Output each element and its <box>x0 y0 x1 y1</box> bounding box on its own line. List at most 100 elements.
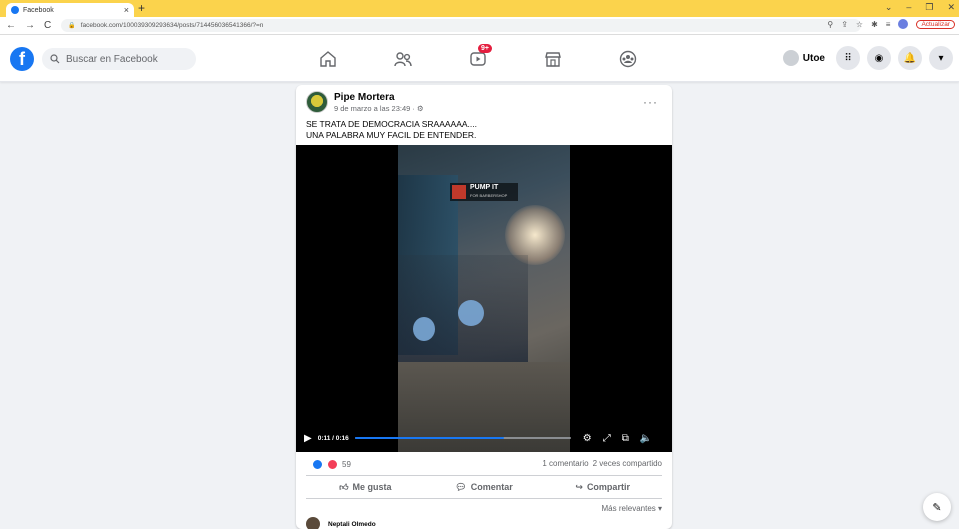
post-options-icon[interactable]: ··· <box>643 95 658 109</box>
browser-nav-buttons: ← → C <box>0 20 51 31</box>
url-text: facebook.com/100039309293634/posts/71445… <box>80 22 264 29</box>
video-progress-bar[interactable] <box>354 437 571 439</box>
volume-icon[interactable]: 🔈 <box>640 433 652 444</box>
share-arrow-icon: ↪ <box>575 481 583 492</box>
commenter-avatar[interactable] <box>306 517 320 529</box>
reload-icon[interactable]: C <box>44 20 51 31</box>
user-avatar <box>782 50 799 66</box>
search-icon <box>50 54 60 64</box>
new-tab-button[interactable]: + <box>138 1 145 15</box>
bookmark-star-icon[interactable]: ☆ <box>856 20 863 29</box>
fullscreen-icon[interactable]: ⤢ <box>603 433 611 444</box>
menu-button[interactable]: ⠿ <box>836 46 860 70</box>
comment-label: Comentar <box>470 482 513 492</box>
like-button[interactable]: 👍︎ Me gusta <box>306 476 425 498</box>
commenter-name[interactable]: Neptali Olmedo <box>328 521 376 528</box>
user-profile-chip[interactable]: Utoe <box>782 50 825 66</box>
share-label: Compartir <box>586 482 630 492</box>
url-field[interactable]: 🔒 facebook.com/100039309293634/posts/714… <box>61 19 862 32</box>
messenger-icon: ◉ <box>874 52 884 64</box>
update-button[interactable]: Actualizar <box>916 19 955 29</box>
browser-tab-facebook[interactable]: Facebook × <box>6 3 134 17</box>
window-controls: ⌄ – ❐ ✕ <box>885 2 955 13</box>
extensions-icon[interactable]: ✱ <box>871 20 878 29</box>
video-player[interactable]: PUMP IT FOR BARBERSHOP ▶ 0:11 / 0:16 ⚙ ⤢… <box>296 145 672 452</box>
facebook-logo-icon[interactable]: f <box>10 47 34 71</box>
account-button[interactable]: ▾ <box>929 46 953 70</box>
post-text-line: UNA PALABRA MUY FACIL DE ENTENDER. <box>306 130 477 140</box>
minimize-button[interactable]: – <box>906 2 911 13</box>
messenger-button[interactable]: ◉ <box>867 46 891 70</box>
profile-avatar[interactable] <box>898 19 909 29</box>
love-reaction-icon <box>327 459 338 470</box>
video-control-icons: ⚙ ⤢ ⧉ 🔈 <box>583 433 653 444</box>
nav-groups[interactable] <box>590 47 665 71</box>
share-page-icon[interactable]: ⇪ <box>841 20 848 29</box>
thumbs-up-icon: 👍︎ <box>339 481 349 492</box>
browser-toolbar-right: ⚲ ⇪ ☆ ✱ ≡ Actualizar <box>827 19 955 29</box>
tab-title: Facebook <box>23 6 54 14</box>
picture-in-picture-icon[interactable]: ⧉ <box>622 433 629 444</box>
reaction-summary[interactable]: 59 <box>306 459 351 470</box>
zoom-icon[interactable]: ⚲ <box>827 20 833 29</box>
caret-down-icon: ▾ <box>938 52 944 64</box>
search-box[interactable] <box>42 48 196 70</box>
main-nav: 9+ <box>290 44 665 71</box>
forward-arrow-icon[interactable]: → <box>25 20 35 31</box>
video-controls: ▶ 0:11 / 0:16 ⚙ ⤢ ⧉ 🔈 <box>296 424 672 452</box>
nav-home[interactable] <box>290 47 365 71</box>
home-icon <box>319 51 336 67</box>
reading-list-icon[interactable]: ≡ <box>886 20 891 29</box>
video-watermark: PUMP IT FOR BARBERSHOP <box>450 183 518 201</box>
grid-menu-icon: ⠿ <box>844 52 852 64</box>
comment-button[interactable]: 💬︎ Comentar <box>425 476 544 498</box>
nav-watch[interactable]: 9+ <box>440 44 515 71</box>
face-blur <box>458 300 484 326</box>
maximize-button[interactable]: ❐ <box>925 2 933 13</box>
like-label: Me gusta <box>352 482 392 492</box>
watermark-text: PUMP IT FOR BARBERSHOP <box>470 184 507 200</box>
watermark-title: PUMP IT <box>470 184 499 191</box>
header-right-controls: Utoe ⠿ ◉ 🔔 ▾ <box>782 46 953 70</box>
new-message-button[interactable]: ✎ <box>923 493 951 521</box>
post-stats: 1 comentario 2 veces compartido <box>542 459 662 468</box>
browser-tab-bar: Facebook × + ⌄ – ❐ ✕ <box>0 0 959 17</box>
comment-count[interactable]: 1 comentario <box>542 459 588 468</box>
feed-post: Pipe Mortera 9 de marzo a las 23:49 · ⚙ … <box>296 85 672 529</box>
post-timestamp[interactable]: 9 de marzo a las 23:49 · ⚙ <box>334 104 424 113</box>
comment-bubble-icon: 💬︎ <box>455 481 467 492</box>
user-name: Utoe <box>802 52 825 64</box>
comment-item: Neptali Olmedo <box>306 517 376 529</box>
watermark-logo-icon <box>452 185 466 199</box>
search-input[interactable] <box>66 53 186 65</box>
bell-icon: 🔔 <box>903 52 917 64</box>
post-actions: 👍︎ Me gusta 💬︎ Comentar ↪ Compartir <box>306 475 662 499</box>
lock-icon: 🔒 <box>68 23 76 29</box>
watermark-subtitle: FOR BARBERSHOP <box>470 193 508 198</box>
post-text-line: SE TRATA DE DEMOCRACIA SRAAAAAA.... <box>306 119 477 129</box>
tab-close-icon[interactable]: × <box>124 5 129 15</box>
share-button[interactable]: ↪ Compartir <box>543 476 662 498</box>
nav-friends[interactable] <box>365 47 440 71</box>
facebook-header: f 9+ Utoe ⠿ ◉ 🔔 ▾ <box>0 35 959 82</box>
back-arrow-icon[interactable]: ← <box>6 20 16 31</box>
play-icon[interactable]: ▶ <box>304 433 312 444</box>
like-reaction-icon <box>312 459 323 470</box>
share-count[interactable]: 2 veces compartido <box>593 459 662 468</box>
comment-sort-dropdown[interactable]: Más relevantes ▾ <box>602 504 662 513</box>
author-name[interactable]: Pipe Mortera <box>334 92 424 103</box>
author-avatar[interactable] <box>306 91 328 113</box>
nav-marketplace[interactable] <box>515 47 590 71</box>
facebook-favicon-icon <box>11 6 19 14</box>
compose-edit-icon: ✎ <box>932 501 942 514</box>
close-window-button[interactable]: ✕ <box>947 2 955 13</box>
browser-address-bar: ← → C 🔒 facebook.com/100039309293634/pos… <box>0 17 959 35</box>
tab-search-button[interactable]: ⌄ <box>885 2 893 13</box>
notifications-button[interactable]: 🔔 <box>898 46 922 70</box>
author-block: Pipe Mortera 9 de marzo a las 23:49 · ⚙ <box>334 92 424 113</box>
video-progress-fill <box>354 437 504 439</box>
settings-gear-icon[interactable]: ⚙ <box>583 433 592 444</box>
marketplace-icon <box>544 52 561 67</box>
face-blur <box>413 317 435 341</box>
watch-notification-badge: 9+ <box>478 44 492 53</box>
